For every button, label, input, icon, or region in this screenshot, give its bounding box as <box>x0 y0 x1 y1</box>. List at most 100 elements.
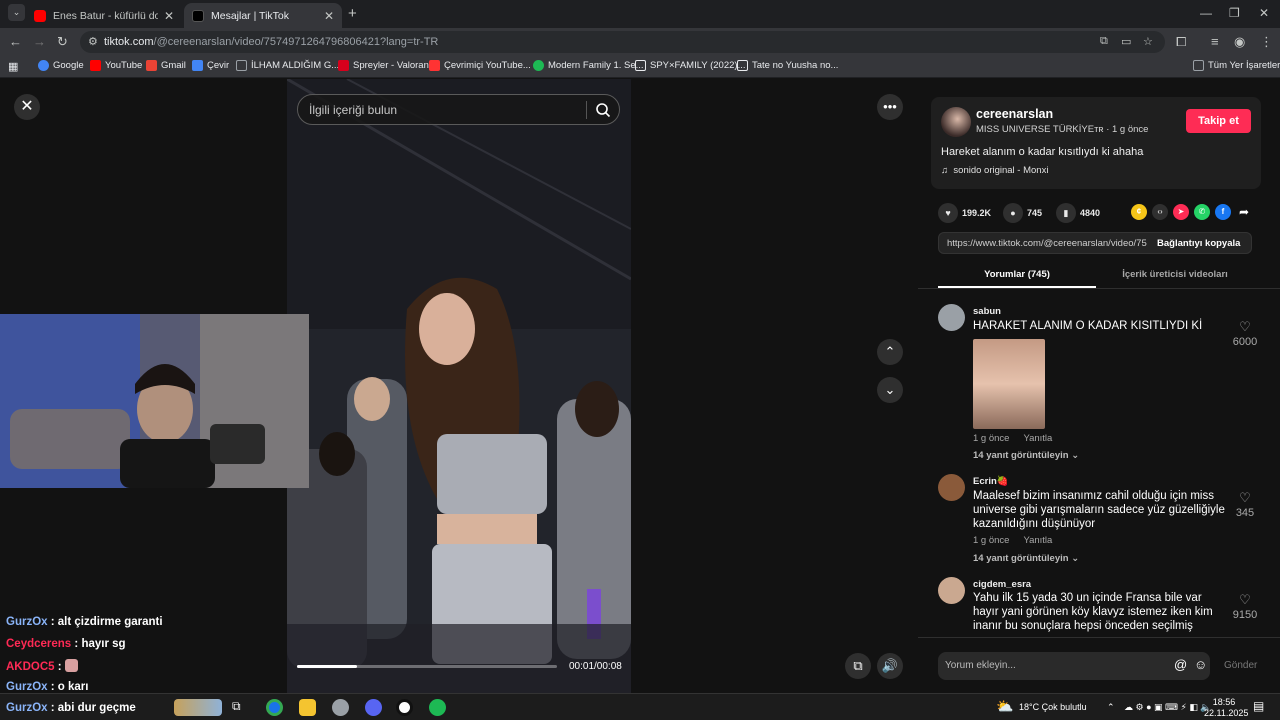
cast-icon[interactable]: ▭ <box>1121 35 1131 48</box>
obs-icon[interactable] <box>396 699 413 716</box>
whatsapp-icon[interactable]: ✆ <box>1194 204 1210 220</box>
search-icon[interactable] <box>595 102 611 118</box>
tab-comments[interactable]: Yorumlar (745) <box>938 269 1096 280</box>
close-video-button[interactable]: ✕ <box>14 94 40 120</box>
forward-arrow-icon[interactable]: → <box>33 34 46 49</box>
comment-like-button[interactable]: ♡ 345 <box>1228 490 1262 519</box>
bookmark-youtube[interactable]: YouTube <box>90 60 142 71</box>
share-arrow-icon[interactable]: ➦ <box>1236 204 1252 220</box>
save-count: 4840 <box>1080 208 1101 218</box>
bookmark-folder-ilham[interactable]: İLHAM ALDIĞIM G... <box>236 60 339 71</box>
view-replies-button[interactable]: 14 yanıt görüntüleyin ⌄ <box>973 553 1079 564</box>
bookmark-spreyler[interactable]: Spreyler - Valorant <box>338 60 432 71</box>
share-coin-icon[interactable]: ¢ <box>1131 204 1147 220</box>
floating-player-button[interactable]: ⧉ <box>845 653 871 679</box>
comment-username[interactable]: Ecrin🍓 <box>973 476 1009 487</box>
search-input[interactable]: İlgili içeriği bulun <box>309 103 397 117</box>
embed-code-icon[interactable]: ‹› <box>1152 204 1168 220</box>
volume-button[interactable]: 🔊 <box>877 653 903 679</box>
comment-avatar[interactable] <box>938 304 965 331</box>
comment-input[interactable]: Yorum ekleyin... @ ☺ <box>938 652 1210 680</box>
comment-like-button[interactable]: ♡ 6000 <box>1228 319 1262 348</box>
bookmark-google[interactable]: Google <box>38 60 84 71</box>
apps-grid-icon[interactable]: ▦ <box>8 60 18 73</box>
spotify-icon[interactable] <box>429 699 446 716</box>
facebook-icon[interactable]: f <box>1215 204 1231 220</box>
comment-like-button[interactable]: ♡ 9150 <box>1228 592 1262 621</box>
video-link[interactable]: https://www.tiktok.com/@cereenarslan/vid… <box>947 238 1147 249</box>
tray-chevron-up-icon[interactable]: ⌃ <box>1107 702 1115 713</box>
reply-button[interactable]: Yanıtla <box>1023 433 1052 444</box>
send-to-friend-icon[interactable]: ➤ <box>1173 204 1189 220</box>
tab-creator-videos[interactable]: İçerik üreticisi videoları <box>1096 269 1254 280</box>
address-bar[interactable]: ⚙ tiktok.com/@cereenarslan/video/7574971… <box>80 31 1165 53</box>
back-arrow-icon[interactable]: ← <box>9 34 22 49</box>
bookmark-modern-family[interactable]: Modern Family 1. Se... <box>533 60 644 71</box>
file-explorer-icon[interactable] <box>299 699 316 716</box>
taskbar-widget-image[interactable] <box>174 699 222 716</box>
more-options-button[interactable]: ••• <box>877 94 903 120</box>
follow-button[interactable]: Takip et <box>1186 109 1251 133</box>
tab-tiktok-messages[interactable]: Mesajlar | TikTok ✕ <box>184 3 342 28</box>
view-replies-button[interactable]: 14 yanıt görüntüleyin ⌄ <box>973 450 1079 461</box>
save-button[interactable]: ▮ 4840 <box>1056 203 1100 223</box>
all-bookmarks[interactable]: Tüm Yer İşaretleri <box>1193 60 1280 71</box>
close-tab-icon[interactable]: ✕ <box>324 9 334 23</box>
comment-sticker-image[interactable] <box>973 339 1045 429</box>
copy-link-button[interactable]: Bağlantıyı kopyala <box>1157 238 1240 249</box>
site-info-icon[interactable]: ⚙ <box>88 35 98 48</box>
like-count: 199.2K <box>962 208 992 218</box>
video-player[interactable]: 00:01/00:08 <box>287 79 631 693</box>
video-progress-bar[interactable] <box>297 665 557 668</box>
menu-kebab-icon[interactable]: ⋮ <box>1260 34 1273 50</box>
tray-apps-icon[interactable]: ☁ ⚙ ● ▣ ⌨ ⚡ ◧ 🔈 <box>1124 702 1212 713</box>
send-comment-button[interactable]: Gönder <box>1224 660 1257 671</box>
bookmark-spy-family[interactable]: SPY×FAMILY (2022)... <box>635 60 746 71</box>
discord-icon[interactable] <box>365 699 382 716</box>
media-controls-icon[interactable]: ≡ <box>1211 34 1219 49</box>
search-bar[interactable]: İlgili içeriği bulun <box>297 94 620 125</box>
clock[interactable]: 18:56 22.11.2025 <box>1204 697 1248 719</box>
close-window-icon[interactable]: ✕ <box>1259 6 1269 20</box>
close-tab-icon[interactable]: ✕ <box>164 9 174 23</box>
comment-button[interactable]: ● 745 <box>1003 203 1042 223</box>
comment-avatar[interactable] <box>938 577 965 604</box>
author-username[interactable]: cereenarslan <box>976 107 1053 121</box>
next-video-button[interactable]: ⌄ <box>877 377 903 403</box>
translate-icon[interactable]: ⧉ <box>1100 35 1108 48</box>
like-button[interactable]: ♥ 199.2K <box>938 203 991 223</box>
comment-username[interactable]: cigdem_esra <box>973 579 1031 590</box>
tab-enes-batur[interactable]: Enes Batur - küfürlü dolunay (o ✕ <box>26 3 182 28</box>
comment-username[interactable]: sabun <box>973 306 1001 317</box>
bookmark-tate-no-yuusha[interactable]: Tate no Yuusha no... <box>737 60 838 71</box>
reload-icon[interactable]: ↻ <box>57 34 68 50</box>
profile-icon[interactable]: ◉ <box>1234 34 1245 50</box>
chat-username: GurzOx <box>6 681 48 693</box>
task-view-icon[interactable]: ⧉ <box>232 699 249 716</box>
music-note-icon: ♫ <box>941 165 949 176</box>
url-host: tiktok.com <box>104 36 154 48</box>
emoji-icon[interactable]: ☺ <box>1194 657 1207 672</box>
music-link[interactable]: ♫ sonido original - Monxi <box>941 165 1048 176</box>
weather-text[interactable]: 18°C Çok bulutlu <box>1019 702 1087 712</box>
previous-video-button[interactable]: ⌃ <box>877 339 903 365</box>
bookmark-label: Çevir <box>207 60 230 71</box>
bookmark-cevrimici-youtube[interactable]: Çevrimiçi YouTube... <box>429 60 531 71</box>
tab-search-chevron-icon[interactable]: ⌄ <box>8 4 25 21</box>
chrome-icon[interactable] <box>266 699 283 716</box>
app-icon[interactable] <box>332 699 349 716</box>
bookmark-gmail[interactable]: Gmail <box>146 60 186 71</box>
new-tab-plus-icon[interactable]: + <box>348 5 357 22</box>
restore-icon[interactable]: ❐ <box>1229 6 1240 20</box>
extensions-icon[interactable]: ⧠ <box>1176 34 1186 50</box>
chat-username: GurzOx <box>6 616 48 628</box>
bookmark-cevir[interactable]: Çevir <box>192 60 229 71</box>
minimize-icon[interactable]: — <box>1200 6 1212 20</box>
bookmark-star-icon[interactable]: ☆ <box>1143 35 1153 48</box>
notification-icon[interactable]: ▤ <box>1253 699 1264 713</box>
chat-message: GurzOx : o karı <box>6 681 88 693</box>
comment-avatar[interactable] <box>938 474 965 501</box>
reply-button[interactable]: Yanıtla <box>1023 535 1052 546</box>
author-avatar[interactable] <box>941 107 971 137</box>
mention-at-icon[interactable]: @ <box>1174 657 1187 672</box>
